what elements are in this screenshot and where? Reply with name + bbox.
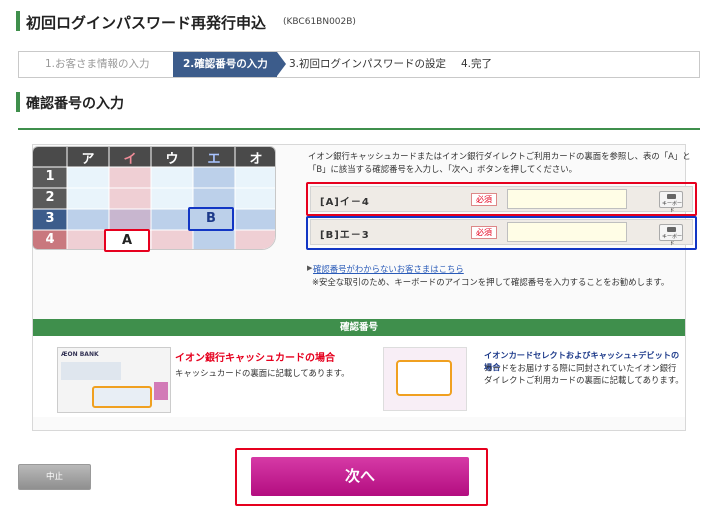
confirmation-grid-illustration: ア イ ウ エ オ 1 2 3 4 bbox=[32, 146, 276, 250]
grid-col-o: オ bbox=[249, 152, 263, 167]
grid-col-i: イ bbox=[123, 152, 137, 167]
grid-row-2: 2 bbox=[45, 190, 55, 205]
security-note: ※安全な取引のため、キーボードのアイコンを押して確認番号を入力することをお勧めし… bbox=[312, 277, 670, 287]
header-accent-bar bbox=[16, 11, 20, 31]
card1-grid-highlight bbox=[92, 386, 152, 408]
section-accent-bar bbox=[16, 92, 20, 112]
step-3: 3.初回ログインパスワードの設定 bbox=[289, 58, 447, 70]
instruction-text: イオン銀行キャッシュカードまたはイオン銀行ダイレクトご利用カードの裏面を参照し、… bbox=[308, 151, 691, 174]
grid-col-a: ア bbox=[81, 152, 95, 167]
section-title: 確認番号の入力 bbox=[26, 96, 124, 112]
grid-row-1: 1 bbox=[45, 169, 55, 184]
input-a-highlight bbox=[306, 182, 697, 216]
grid-mark-b: B bbox=[206, 211, 216, 226]
step-1: 1.お客さま情報の入力 bbox=[45, 58, 150, 70]
step-4: 4.完了 bbox=[461, 58, 493, 70]
next-button[interactable]: 次へ bbox=[251, 457, 469, 496]
help-link[interactable]: 確認番号がわからないお客さまはこちら bbox=[313, 263, 464, 275]
cash-card-image: ÆON BANK bbox=[57, 347, 171, 413]
step-2-active: 2.確認番号の入力 bbox=[173, 52, 286, 77]
grid-col-u: ウ bbox=[165, 152, 179, 167]
page-code: (KBC61BN002B) bbox=[283, 17, 356, 27]
grid-mark-a: A bbox=[121, 233, 133, 248]
grid-row-4: 4 bbox=[45, 232, 55, 247]
cancel-button[interactable]: 中止 bbox=[18, 464, 91, 490]
progress-steps: 1.お客さま情報の入力 2.確認番号の入力 3.初回ログインパスワードの設定 4… bbox=[18, 51, 700, 78]
grid-col-e: エ bbox=[207, 152, 221, 167]
page-title: 初回ログインパスワード再発行申込 bbox=[26, 14, 267, 32]
link-arrow-icon: ▶ bbox=[307, 264, 313, 272]
card2-text: カードをお届けする際に同封されていたイオン銀行ダイレクトご利用カードの裏面に記載… bbox=[484, 363, 684, 385]
confirmation-info-box: 確認番号 ÆON BANK イオン銀行キャッシュカードの場合 キャッシュカードの… bbox=[33, 319, 685, 417]
card1-brand: ÆON BANK bbox=[61, 351, 99, 358]
input-b-highlight bbox=[306, 216, 697, 250]
card2-grid-highlight bbox=[396, 360, 452, 396]
grid-mark-a-box: A bbox=[104, 229, 150, 252]
card1-title: イオン銀行キャッシュカードの場合 bbox=[175, 353, 335, 364]
card1-logo bbox=[154, 382, 168, 400]
grid-row-3: 3 bbox=[45, 211, 55, 226]
confirmation-info-heading: 確認番号 bbox=[33, 319, 685, 336]
grid-mark-b-box: B bbox=[188, 207, 234, 231]
card1-text: キャッシュカードの裏面に記載してあります。 bbox=[175, 368, 350, 378]
card1-area bbox=[61, 362, 121, 380]
aeon-card-image bbox=[383, 347, 467, 411]
